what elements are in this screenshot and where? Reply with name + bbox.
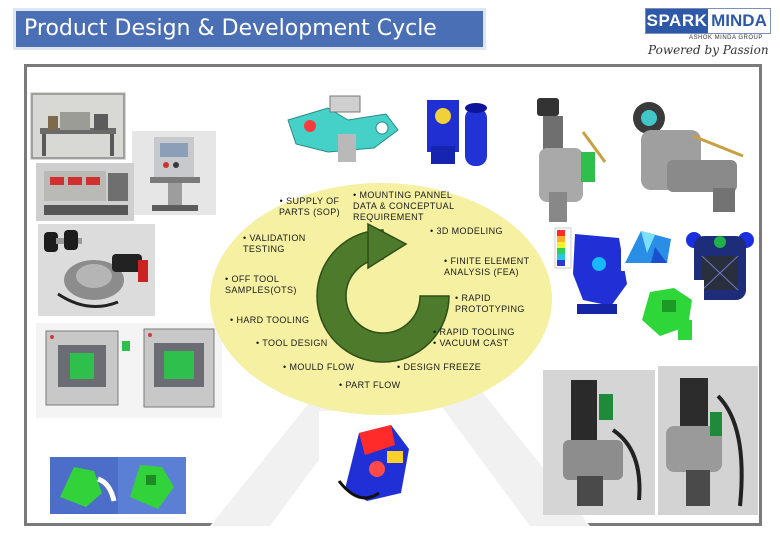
cycle-step-line: PROTOTYPING (455, 304, 525, 314)
cyan-lock-plate-render (278, 90, 414, 172)
grey-lock-assembly-render (523, 92, 611, 228)
cycle-step-mould-flow: • MOULD FLOW (283, 362, 354, 373)
cycle-step-line: • OFF TOOL (225, 274, 280, 284)
cycle-step-validation: • VALIDATION TESTING (243, 233, 306, 255)
green-prototype-render (634, 280, 704, 344)
cycle-step-line: PARTS (SOP) (279, 207, 341, 217)
cycle-step-line: • 3D MODELING (430, 226, 503, 236)
logo-group-text: ASHOK MINDA GROUP (689, 35, 763, 41)
cycle-arrow (316, 222, 450, 363)
cycle-step-line: DATA & CONCEPTUAL (353, 201, 455, 211)
mould-flow-render (319, 411, 435, 511)
cycle-step-offtool: • OFF TOOL SAMPLES(OTS) (225, 274, 297, 296)
cycle-step-hard-tooling: • HARD TOOLING (230, 315, 309, 326)
cycle-step-mounting: • MOUNTING PANNEL DATA & CONCEPTUAL REQUIR… (353, 190, 455, 223)
cycle-step-line: REQUIREMENT (353, 212, 424, 222)
cycle-step-fea: • FINITE ELEMENT ANALYSIS (FEA) (444, 256, 530, 278)
cycle-step-line: • MOULD FLOW (283, 362, 355, 372)
cycle-step-line: • VACUUM CAST (433, 338, 509, 348)
spark-minda-logo: SPARK MINDA ASHOK MINDA GROUP Powered by… (645, 8, 775, 60)
logo-minda-text: MINDA (711, 11, 767, 30)
cycle-step-line: ANALYSIS (FEA) (444, 267, 519, 277)
blue-cylinder-render (423, 86, 495, 174)
mould-halves-render (36, 323, 222, 418)
cycle-step-line: • DESIGN FREEZE (397, 362, 482, 372)
cycle-step-line: • FINITE ELEMENT (444, 256, 530, 266)
lock-set-keys-photo (38, 224, 155, 316)
green-cad-parts-render (50, 457, 186, 514)
cycle-step-line: • PART FLOW (339, 380, 401, 390)
logo-box: SPARK MINDA (645, 8, 771, 34)
lock-product-photo-2 (658, 366, 758, 515)
slide-title: Product Design & Development Cycle (24, 16, 437, 41)
cycle-step-line: • RAPID TOOLING (433, 327, 515, 337)
cycle-step-design-freeze: • DESIGN FREEZE (397, 362, 481, 373)
logo-spark-text: SPARK (646, 9, 708, 33)
logo-tagline: Powered by Passion (648, 43, 769, 57)
testing-machine-photo (132, 131, 216, 215)
lock-cad-top-right-render (623, 96, 756, 220)
cycle-step-line: • SUPPLY OF (279, 196, 340, 206)
cycle-step-line: • HARD TOOLING (230, 315, 310, 325)
fea-wedge-render (621, 225, 677, 271)
cycle-step-rapid-tooling: • RAPID TOOLING • VACUUM CAST (433, 327, 515, 349)
cycle-step-line: • MOUNTING PANNEL (353, 190, 453, 200)
cycle-step-tool-design: • TOOL DESIGN (256, 338, 328, 349)
cycle-step-part-flow: • PART FLOW (339, 380, 401, 391)
cycle-step-rapid-proto: • RAPID PROTOTYPING (455, 293, 525, 315)
cycle-step-line: TESTING (243, 244, 285, 254)
title-bar: Product Design & Development Cycle (13, 8, 486, 50)
cycle-step-line: SAMPLES(OTS) (225, 285, 297, 295)
cycle-step-modeling: • 3D MODELING (430, 226, 503, 237)
cycle-step-line: • TOOL DESIGN (256, 338, 328, 348)
electronic-tester-photo (36, 163, 134, 221)
cycle-step-supply: • SUPPLY OF PARTS (SOP) (279, 196, 340, 218)
cycle-step-line: • RAPID (455, 293, 491, 303)
lock-product-photo-1 (543, 370, 655, 515)
cycle-step-line: • VALIDATION (243, 233, 306, 243)
test-bench-photo (30, 92, 126, 160)
